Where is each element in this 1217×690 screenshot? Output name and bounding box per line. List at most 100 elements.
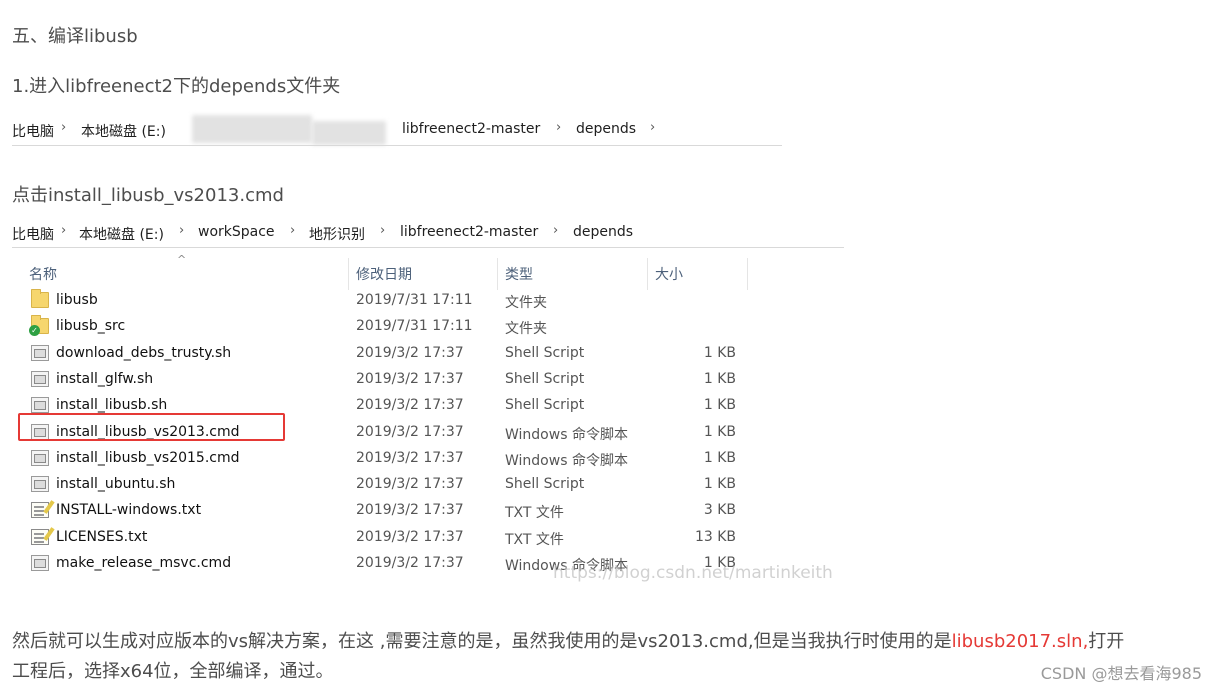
file-type: Windows 命令脚本	[505, 452, 628, 469]
file-size: 1 KB	[703, 449, 736, 466]
file-date: 2019/3/2 17:37	[356, 423, 464, 440]
file-name: install_libusb.sh	[56, 397, 168, 414]
column-divider[interactable]	[348, 258, 349, 290]
file-size: 1 KB	[703, 423, 736, 440]
file-type: TXT 文件	[505, 531, 564, 548]
file-date: 2019/3/2 17:37	[356, 397, 464, 414]
address-bar-1[interactable]: 比电脑 › 本地磁盘 (E:) libfreenect2-master › de…	[12, 115, 782, 145]
text-file-icon	[31, 502, 49, 519]
instruction-text: 点击install_libusb_vs2013.cmd	[12, 185, 284, 206]
chevron-right-icon: ›	[61, 223, 67, 238]
file-name: download_debs_trusty.sh	[56, 344, 232, 361]
file-date: 2019/3/2 17:37	[356, 555, 464, 571]
highlight-box	[18, 413, 285, 441]
file-date: 2019/7/31 17:11	[356, 292, 473, 308]
file-date: 2019/3/2 17:37	[356, 476, 464, 493]
section-heading: 五、编译libusb	[12, 26, 138, 47]
breadcrumb-drive-e[interactable]: 本地磁盘 (E:)	[79, 224, 164, 244]
address-bar-divider	[12, 247, 844, 248]
breadcrumb-depends[interactable]: depends	[573, 224, 633, 240]
file-date: 2019/3/2 17:37	[356, 370, 464, 387]
file-type: Shell Script	[505, 397, 585, 414]
watermark: https://blog.csdn.net/martinkeith	[553, 563, 833, 583]
file-row[interactable]: libusb_src 2019/7/31 17:11 文件夹	[12, 313, 844, 339]
breadcrumb-libfreenect2-master[interactable]: libfreenect2-master	[400, 224, 538, 240]
column-divider[interactable]	[747, 258, 748, 290]
column-header-date[interactable]: 修改日期	[356, 264, 412, 284]
chevron-right-icon: ›	[380, 223, 386, 238]
file-name: INSTALL-windows.txt	[56, 502, 202, 519]
chevron-right-icon: ›	[553, 223, 559, 238]
file-size: 1 KB	[703, 344, 736, 361]
file-date: 2019/7/31 17:11	[356, 318, 473, 335]
column-header-type[interactable]: 类型	[505, 264, 533, 284]
file-row[interactable]: download_debs_trusty.sh 2019/3/2 17:37 She…	[12, 340, 844, 366]
chevron-right-icon: ›	[650, 120, 656, 135]
breadcrumb-this-pc[interactable]: 比电脑	[12, 224, 54, 244]
file-row[interactable]: install_libusb_vs2015.cmd 2019/3/2 17:37 W…	[12, 445, 844, 471]
file-name: install_ubuntu.sh	[56, 476, 176, 493]
body-text: 然后就可以生成对应版本的vs解决方案，在这 ,需要注意的是，虽然我使用的是vs2…	[12, 631, 952, 652]
chevron-right-icon: ›	[61, 120, 67, 135]
breadcrumb-libfreenect2-master[interactable]: libfreenect2-master	[402, 121, 540, 137]
file-name: install_glfw.sh	[56, 370, 154, 387]
script-icon	[31, 370, 49, 387]
script-icon	[31, 555, 49, 571]
file-row[interactable]: install_glfw.sh 2019/3/2 17:37 Shell Scrip…	[12, 366, 844, 392]
file-date: 2019/3/2 17:37	[356, 344, 464, 361]
breadcrumb-this-pc[interactable]: 比电脑	[12, 121, 54, 141]
file-size: 3 KB	[703, 502, 736, 519]
file-size: 13 KB	[694, 528, 736, 545]
file-row[interactable]: LICENSES.txt 2019/3/2 17:37 TXT 文件 13 KB	[12, 524, 844, 550]
folder-icon	[31, 289, 49, 308]
file-name: make_release_msvc.cmd	[56, 555, 232, 571]
file-date: 2019/3/2 17:37	[356, 502, 464, 519]
file-date: 2019/3/2 17:37	[356, 528, 464, 545]
file-size: 1 KB	[703, 370, 736, 387]
body-paragraph-line-2: 工程后，选择x64位，全部编译，通过。	[12, 661, 334, 682]
file-type: Windows 命令脚本	[505, 426, 628, 443]
solution-file-highlight: libusb2017.sln,	[951, 631, 1089, 652]
script-icon	[31, 476, 49, 493]
redacted-path-blur	[312, 121, 386, 145]
file-name: install_libusb_vs2015.cmd	[56, 449, 240, 466]
file-row[interactable]: INSTALL-windows.txt 2019/3/2 17:37 TXT 文件 3…	[12, 497, 844, 523]
file-type: 文件夹	[505, 295, 547, 311]
address-bar-divider	[12, 145, 782, 146]
chevron-right-icon: ›	[179, 223, 185, 238]
file-size: 1 KB	[703, 397, 736, 414]
file-name: libusb_src	[56, 318, 126, 335]
file-row[interactable]: libusb 2019/7/31 17:11 文件夹	[12, 287, 844, 313]
column-header-name[interactable]: 名称	[29, 264, 57, 284]
file-type: Shell Script	[505, 476, 585, 493]
file-type: 文件夹	[505, 321, 547, 338]
breadcrumb-drive-e[interactable]: 本地磁盘 (E:)	[81, 121, 166, 141]
script-icon	[31, 344, 49, 361]
file-type: Shell Script	[505, 344, 585, 361]
synced-folder-icon	[29, 315, 49, 337]
file-row[interactable]: install_ubuntu.sh 2019/3/2 17:37 Shell Scr…	[12, 471, 844, 497]
file-type: TXT 文件	[505, 505, 564, 522]
address-bar-2[interactable]: 比电脑 › 本地磁盘 (E:) › workSpace › 地形识别 › lib…	[12, 223, 844, 246]
file-date: 2019/3/2 17:37	[356, 449, 464, 466]
body-paragraph-line-1: 然后就可以生成对应版本的vs解决方案，在这 ,需要注意的是，虽然我使用的是vs2…	[12, 627, 1124, 653]
column-divider[interactable]	[497, 258, 498, 290]
file-name: libusb	[56, 292, 98, 308]
sort-up-icon: ^	[177, 253, 187, 266]
redacted-path-blur	[192, 115, 312, 143]
body-text: 打开	[1088, 631, 1125, 652]
script-icon	[31, 449, 49, 466]
file-size: 1 KB	[703, 476, 736, 493]
breadcrumb-workspace[interactable]: workSpace	[198, 224, 275, 240]
csdn-credit: CSDN @想去看海985	[1040, 664, 1202, 683]
breadcrumb-terrain-recognition[interactable]: 地形识别	[309, 224, 365, 244]
text-file-icon	[31, 528, 49, 545]
step-text: 1.进入libfreenect2下的depends文件夹	[12, 76, 341, 97]
breadcrumb-depends[interactable]: depends	[576, 121, 636, 137]
chevron-right-icon: ›	[556, 120, 562, 135]
column-header-size[interactable]: 大小	[655, 264, 683, 284]
file-name: LICENSES.txt	[56, 528, 148, 545]
column-divider[interactable]	[647, 258, 648, 290]
script-icon	[31, 397, 49, 414]
chevron-right-icon: ›	[290, 223, 296, 238]
